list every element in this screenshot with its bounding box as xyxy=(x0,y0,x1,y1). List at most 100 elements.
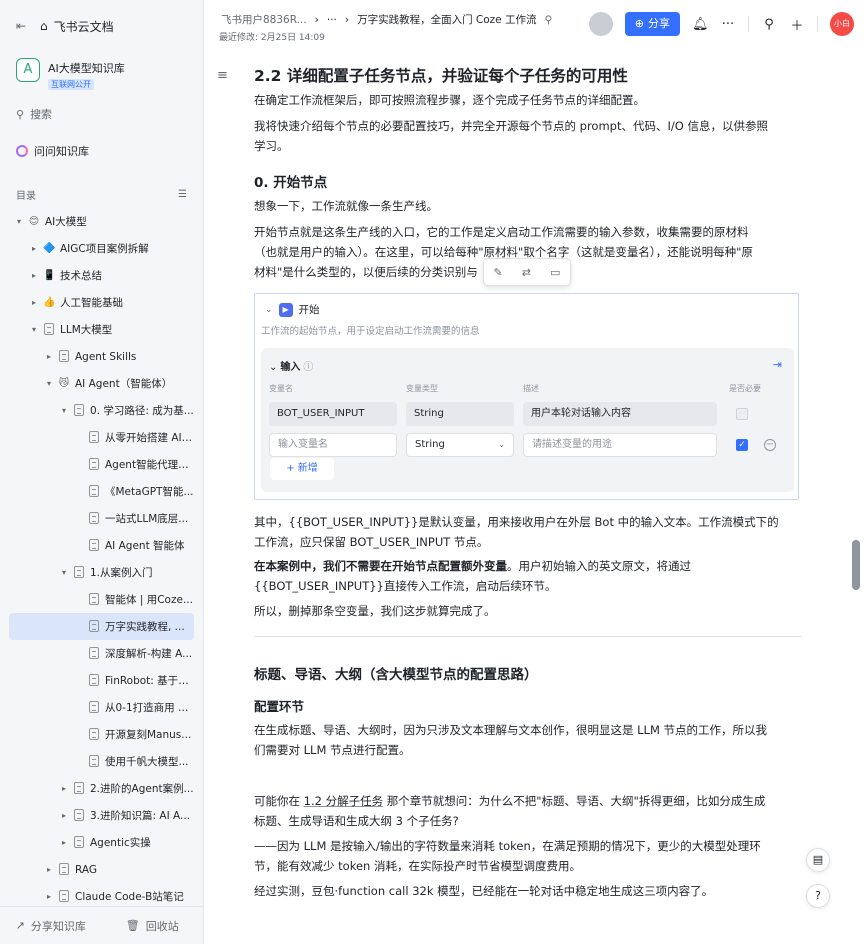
chevron-right-icon[interactable]: ▸ xyxy=(28,244,40,253)
breadcrumb-title[interactable]: 万字实践教程，全面入门 Coze 工作流 xyxy=(357,12,536,27)
tree-item[interactable]: ▸ 📱 技术总结 xyxy=(9,262,194,289)
collaborator-avatar[interactable] xyxy=(588,12,613,36)
tree-item[interactable]: ▾ 😊 AI大模型 xyxy=(9,208,194,235)
tree-item[interactable]: 一站式LLM底层... xyxy=(9,505,194,532)
chevron-right-icon[interactable]: ▸ xyxy=(43,865,55,874)
help-icon[interactable]: ? xyxy=(806,884,830,908)
chevron-right-icon: › xyxy=(344,13,350,26)
document-icon xyxy=(73,782,85,795)
tree-item[interactable]: ▸ 3.进阶知识篇: AI A... xyxy=(9,802,194,829)
search-label: 搜索 xyxy=(30,108,53,121)
chevron-right-icon[interactable]: ▸ xyxy=(58,838,70,847)
user-avatar[interactable]: 小白 xyxy=(830,12,854,36)
paragraph: ——因为 LLM 是按输入/输出的字符数量来消耗 token，在满足预期的情况下… xyxy=(254,839,761,853)
var-desc-input: 请描述变量的用途 xyxy=(523,433,717,457)
chevron-right-icon[interactable]: ▸ xyxy=(43,352,55,361)
paragraph: 标题、生成导语和生成大纲 3 个子任务? xyxy=(254,814,459,828)
knowledge-base-header[interactable]: A AI大模型知识库 互联网公开 xyxy=(0,52,203,96)
tree-item[interactable]: Agent智能代理开... xyxy=(9,451,194,478)
divider xyxy=(817,16,818,32)
insert-icon[interactable]: ⇄ xyxy=(522,266,531,279)
bell-icon[interactable]: 🔔︎ xyxy=(692,17,709,32)
chevron-down-icon[interactable]: ▾ xyxy=(13,217,25,226)
chevron-right-icon[interactable]: ▸ xyxy=(28,271,40,280)
scrollbar-thumb[interactable] xyxy=(852,540,860,590)
tree-item[interactable]: 深度解析-构建 A... xyxy=(9,640,194,667)
document-icon xyxy=(58,863,70,876)
comment-icon[interactable]: ▭ xyxy=(550,266,560,279)
tree-item[interactable]: 从0-1打造商用 A... xyxy=(9,694,194,721)
breadcrumb-user[interactable]: 飞书用户8836R... xyxy=(221,12,307,27)
tree-item[interactable]: ▸ Agentic实操 xyxy=(9,829,194,856)
chevron-right-icon[interactable]: ▸ xyxy=(58,784,70,793)
chevron-down-icon: ⌄ xyxy=(498,440,505,449)
tree-item[interactable]: 从零开始搭建 AI ... xyxy=(9,424,194,451)
tree-item[interactable]: 开源复刻Manus... xyxy=(9,721,194,748)
tree-item[interactable]: ▾ LLM大模型 xyxy=(9,316,194,343)
edit-icon[interactable]: ✎ xyxy=(494,266,503,279)
share-kb-button[interactable]: ↗ 分享知识库 xyxy=(0,918,102,934)
chevron-down-icon[interactable]: ▾ xyxy=(28,325,40,334)
sidebar-search[interactable]: ⚲ 搜索 xyxy=(10,102,193,126)
tree-item[interactable]: ▸ 🔷 AIGC项目案例拆解 xyxy=(9,235,194,262)
paragraph: 可能你在 1.2 分解子任务 那个章节就想问：为什么不把"标题、导语、大纲"拆得… xyxy=(254,791,802,811)
document-icon xyxy=(73,566,85,579)
tree-item[interactable]: 智能体 | 用Coze... xyxy=(9,586,194,613)
tree-item[interactable]: FinRobot: 基于L... xyxy=(9,667,194,694)
required-checkbox-checked: ✓ xyxy=(736,439,748,451)
tree-item-label: 开源复刻Manus... xyxy=(105,729,192,741)
paragraph: 在本案例中，我们不需要在开始节点配置额外变量。用户初始输入的英文原文，将通过 xyxy=(254,556,802,576)
document-icon xyxy=(88,539,100,552)
bold-text: 在本案例中，我们不需要在开始节点配置额外变量 xyxy=(254,559,507,573)
emoji-icon: 😊 xyxy=(28,216,40,227)
recycle-bin-button[interactable]: 🗑 回收站 xyxy=(102,918,204,934)
doc-info-icon[interactable]: ▤ xyxy=(806,848,830,872)
chevron-down-icon[interactable]: ▾ xyxy=(58,406,70,415)
wf-node-title: 开始 xyxy=(298,304,320,316)
input-label: 输入 xyxy=(280,362,301,373)
tree-item-label: Agent Skills xyxy=(75,350,137,363)
home-link[interactable]: ⌂ 飞书云文档 xyxy=(40,18,114,35)
tree-item[interactable]: 《MetaGPT智能... xyxy=(9,478,194,505)
knowledge-base-title: AI大模型知识库 xyxy=(48,62,125,75)
type-value: String xyxy=(414,408,444,419)
add-icon[interactable]: ＋ xyxy=(789,15,805,34)
tree-item[interactable]: ▸ Agent Skills xyxy=(9,343,194,370)
tree-item[interactable]: AI Agent 智能体 xyxy=(9,532,194,559)
chevron-right-icon[interactable]: ▸ xyxy=(43,892,55,901)
tree-item[interactable]: ▾ 1.从案例入门 xyxy=(9,559,194,586)
document-icon xyxy=(73,404,85,417)
tree-item[interactable]: 使用千帆大模型... xyxy=(9,748,194,775)
toc-collapse-icon[interactable]: ☰ xyxy=(178,189,187,200)
tree-item[interactable]: ▾ 0. 学习路径: 成为基... xyxy=(9,397,194,424)
pin-icon[interactable]: ⚲ xyxy=(544,14,552,26)
tree-item-label: 《MetaGPT智能... xyxy=(105,486,194,498)
outline-icon[interactable]: ≡ xyxy=(217,68,228,83)
sidebar-bottom-bar: ↗ 分享知识库 🗑 回收站 xyxy=(0,906,203,944)
search-icon[interactable]: ⚲ xyxy=(761,17,777,32)
document-icon xyxy=(73,836,85,849)
paragraph: 在确定工作流框架后，即可按照流程步骤，逐个完成子任务节点的详细配置。 xyxy=(254,93,645,107)
var-type-select: String ⌄ xyxy=(406,433,514,457)
sidebar-toggle-icon[interactable]: ⇤ xyxy=(14,19,28,33)
chevron-down-icon[interactable]: ▾ xyxy=(43,379,55,388)
remove-row-icon: − xyxy=(764,439,776,451)
chevron-right-icon[interactable]: ▸ xyxy=(28,298,40,307)
tree-item[interactable]: ▾ 😼 AI Agent（智能体） xyxy=(9,370,194,397)
toc-label: 目录 xyxy=(16,190,36,202)
more-icon[interactable]: ··· xyxy=(720,17,736,32)
tree-item[interactable]: ▸ 2.进阶的Agent案例... xyxy=(9,775,194,802)
paragraph: 们需要对 LLM 节点进行配置。 xyxy=(254,743,411,757)
chevron-right-icon[interactable]: ▸ xyxy=(58,811,70,820)
paragraph: {{BOT_USER_INPUT}}直接传入工作流，启动后续环节。 xyxy=(254,579,557,593)
chevron-down-icon[interactable]: ▾ xyxy=(58,568,70,577)
tree-item-label: 万字实践教程, ... xyxy=(105,621,185,633)
breadcrumb-more[interactable]: ··· xyxy=(327,14,337,26)
tree-item[interactable]: ▸ RAG xyxy=(9,856,194,883)
share-button[interactable]: ⊕ 分享 xyxy=(624,12,680,36)
tree-item-selected[interactable]: 万字实践教程, ... xyxy=(9,613,194,640)
ask-knowledge-base[interactable]: 问问知识库 xyxy=(10,140,193,162)
tree-item[interactable]: ▸ 👍 人工智能基础 xyxy=(9,289,194,316)
section-link[interactable]: 1.2 分解子任务 xyxy=(304,794,383,808)
var-desc-field: 用户本轮对话输入内容 xyxy=(523,402,717,426)
